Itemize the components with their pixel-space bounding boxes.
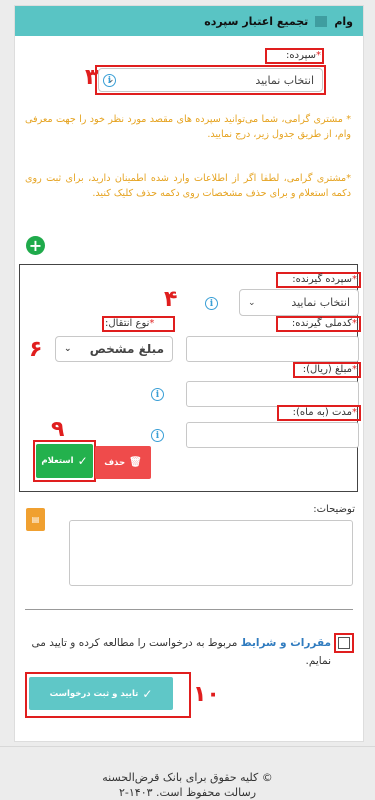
chevron-down-icon: ⌄ [248,297,256,308]
breadcrumb-separator-icon [315,15,328,27]
terms-link[interactable]: مقررات و شرایط [241,637,331,649]
terms-checkbox[interactable] [338,637,350,649]
receiver-code-input[interactable] [186,336,359,362]
receiver-select[interactable]: انتخاب نمایید ⌄ [239,289,359,316]
check-icon: ✓ [77,454,88,468]
page-header: وام تجمیع اعتبار سپرده [15,6,363,36]
plus-icon: + [28,236,43,255]
receiver-label: *سپرده گیرنده: [292,274,357,285]
annotation-9: ۹ [51,417,65,442]
description-textarea[interactable] [69,520,353,586]
chevron-down-icon: ⌄ [64,344,72,354]
app-name: وام [334,14,353,28]
divider [25,609,353,610]
footer-divider [0,746,375,747]
annotation-10: ۱۰ [193,682,220,707]
terms-text: مقررات و شرایط مربوط به درخواست را مطالع… [31,637,331,667]
transfer-type-select[interactable]: مبلغ مشخص ⌄ [55,336,173,362]
check-icon: ✓ [142,686,153,701]
amount-input[interactable] [186,381,359,407]
duration-label: *مدت (به ماه): [292,407,357,418]
submit-button[interactable]: ✓ تایید و ثبت درخواست [29,677,173,710]
receiver-code-label: *کدملی گیرنده: [291,318,357,329]
deposit-select[interactable]: انتخاب نمایید ⌄ [98,68,323,92]
amount-label: *مبلغ (ریال): [302,364,357,375]
annotation-4: ۴ [164,287,178,312]
add-row-button[interactable]: + [26,236,45,255]
main-card: وام تجمیع اعتبار سپرده *سپرده: انتخاب نم… [14,5,364,742]
transfer-type-label: *نوع انتقال: [105,318,155,329]
trash-icon: 🗑 [129,457,142,468]
deposit-label: *سپرده: [286,50,321,61]
footer-rights: رسالت محفوظ است. ۱۴۰۳-۲ [118,786,257,799]
annotation-6: ۶ [29,337,43,362]
inquiry-button[interactable]: ✓ استعلام [36,444,93,478]
page-title: تجمیع اعتبار سپرده [204,14,309,28]
info-note-2: *مشتری گرامی، لطفا اگر از اطلاعات وارد ش… [25,173,351,199]
description-label: توضیحات: [313,504,355,515]
annotation-3: ۳ [85,65,99,90]
pdf-icon[interactable]: ▤ [26,508,45,531]
info-icon[interactable]: i [103,74,116,87]
info-icon[interactable]: i [151,388,164,401]
info-icon[interactable]: i [151,429,164,442]
duration-input[interactable] [186,422,359,448]
footer-copyright: © کلیه حقوق برای بانک قرض‌الحسنه [102,771,273,784]
delete-button[interactable]: 🗑 حذف [95,446,151,479]
info-icon[interactable]: i [205,297,218,310]
info-note-1: * مشتری گرامی، شما می‌توانید سپرده های م… [25,114,351,140]
